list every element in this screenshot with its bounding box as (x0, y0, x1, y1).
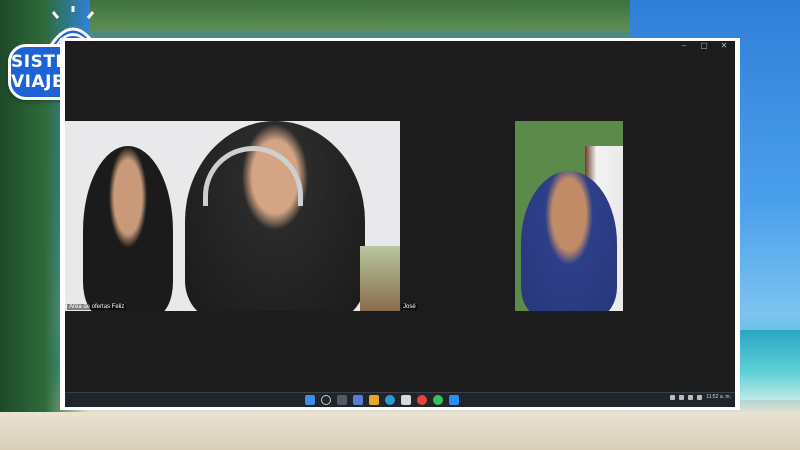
video-call-window: – ▢ ✕ Area de ofertas Feliz José 11:52 a… (60, 38, 740, 410)
background-sand (0, 412, 800, 450)
maximize-button[interactable]: ▢ (699, 41, 709, 51)
wifi-icon[interactable] (679, 394, 685, 400)
files-icon[interactable] (369, 395, 379, 405)
participant-video-man-2 (521, 171, 617, 311)
participant-video-man (185, 121, 365, 311)
participant-tile-2[interactable] (515, 121, 623, 311)
zoom-icon[interactable] (449, 395, 459, 405)
background-decoration (360, 246, 400, 311)
participant-video-woman (83, 146, 173, 311)
task-view-icon[interactable] (337, 395, 347, 405)
minimize-button[interactable]: – (679, 41, 689, 51)
store-icon[interactable] (401, 395, 411, 405)
window-controls: – ▢ ✕ (679, 41, 729, 51)
windows-start-icon[interactable] (305, 395, 315, 405)
chevron-up-icon[interactable] (670, 394, 676, 400)
volume-icon[interactable] (688, 394, 694, 400)
system-tray: 11:52 a. m. (670, 394, 731, 400)
whatsapp-icon[interactable] (433, 395, 443, 405)
clock-time: 11:52 a. m. (706, 394, 731, 400)
taskbar-apps (305, 395, 459, 405)
background-sea (740, 330, 800, 400)
participant-name-label: Area de ofertas Feliz (67, 304, 127, 310)
windows-taskbar: 11:52 a. m. (65, 392, 735, 407)
clock[interactable]: 11:52 a. m. (706, 394, 731, 400)
widgets-icon[interactable] (353, 395, 363, 405)
close-button[interactable]: ✕ (719, 41, 729, 51)
background-palm-top (90, 0, 630, 40)
edge-icon[interactable] (385, 395, 395, 405)
video-call-area: – ▢ ✕ Area de ofertas Feliz José 11:52 a… (65, 41, 735, 407)
battery-icon[interactable] (697, 394, 703, 400)
participant-tile-1[interactable]: Area de ofertas Feliz (65, 121, 400, 311)
search-icon[interactable] (321, 395, 331, 405)
participant-name-label: José (401, 304, 418, 310)
chrome-icon[interactable] (417, 395, 427, 405)
